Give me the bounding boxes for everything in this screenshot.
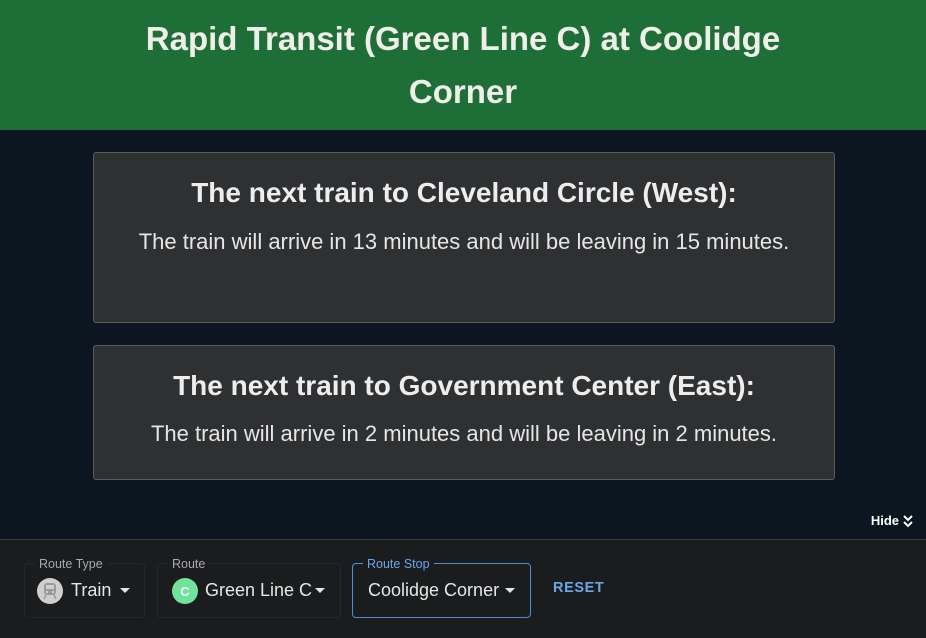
route-select[interactable]: Route C Green Line C	[157, 557, 341, 618]
route-stop-select[interactable]: Route Stop Coolidge Corner	[352, 557, 531, 618]
route-selector-bar: Route Type Train Route C Green Line C Ro…	[0, 539, 926, 638]
prediction-heading: The next train to Cleveland Circle (West…	[191, 177, 737, 208]
train-icon	[37, 578, 63, 604]
hide-toggle-label: Hide	[870, 513, 899, 528]
route-label: Route	[168, 557, 210, 571]
hide-toggle-button[interactable]: Hide	[871, 513, 914, 528]
prediction-message: The train will arrive in 2 minutes and w…	[150, 421, 778, 446]
route-value: Green Line C	[205, 580, 313, 600]
route-type-value: Train	[71, 580, 112, 600]
route-avatar: C	[172, 578, 198, 604]
prediction-message: The train will arrive in 13 minutes and …	[138, 229, 790, 254]
chevron-down-icon	[505, 588, 515, 593]
prediction-card-west: The next train to Cleveland Circle (West…	[93, 152, 835, 323]
page-title: Rapid Transit (Green Line C) at Coolidge…	[145, 20, 781, 110]
page-header: Rapid Transit (Green Line C) at Coolidge…	[0, 0, 926, 130]
prediction-card-east: The next train to Government Center (Eas…	[93, 345, 835, 480]
route-type-select[interactable]: Route Type Train	[24, 557, 145, 618]
prediction-heading: The next train to Government Center (Eas…	[173, 370, 755, 401]
reset-button[interactable]: RESET	[553, 580, 604, 596]
chevron-down-icon	[120, 588, 130, 593]
route-stop-value: Coolidge Corner	[368, 580, 500, 600]
double-chevron-down-icon	[903, 514, 913, 527]
chevron-down-icon	[315, 588, 325, 593]
